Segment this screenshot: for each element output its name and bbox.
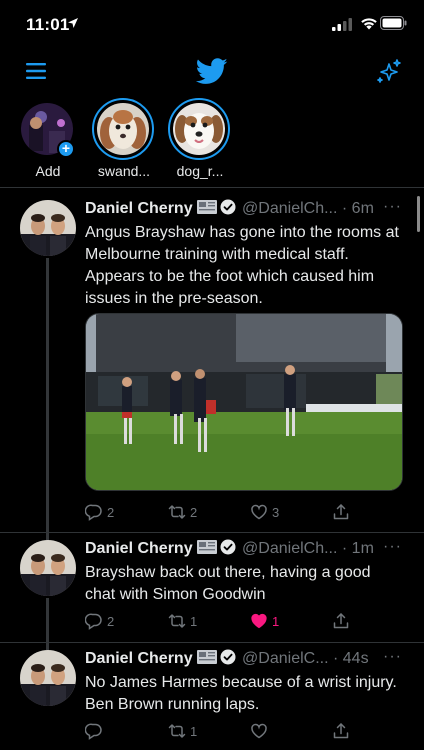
- newspaper-flag-icon: [196, 650, 217, 664]
- tweet-header: Daniel Cherny @DanielCh... · 6m: [85, 199, 374, 221]
- author-avatar[interactable]: [20, 540, 76, 596]
- tweet-time: · 44s: [333, 650, 369, 667]
- fleet-add[interactable]: + Add: [15, 100, 81, 186]
- verified-badge-icon: [220, 199, 236, 215]
- more-options-icon[interactable]: ···: [383, 538, 402, 556]
- fleet-avatar-dog-spaniel: [97, 103, 149, 155]
- like-button[interactable]: 1: [250, 610, 279, 632]
- author-avatar[interactable]: [20, 200, 76, 256]
- retweet-button[interactable]: 1: [168, 610, 197, 632]
- fleet-swand[interactable]: swand...: [91, 98, 157, 186]
- scrollbar[interactable]: [417, 196, 420, 232]
- like-button[interactable]: [250, 720, 272, 742]
- display-name[interactable]: Daniel Cherny: [85, 540, 193, 557]
- verified-badge-icon: [220, 649, 236, 665]
- heart-filled-icon: [251, 613, 267, 629]
- status-bar: 11:01: [0, 0, 424, 48]
- reply-count: 2: [107, 504, 115, 520]
- tweet[interactable]: Daniel Cherny @DanielCh... · 1m ··· Bray…: [0, 536, 424, 636]
- reply-icon: [85, 504, 102, 521]
- share-icon: [333, 613, 349, 629]
- tweet-header: Daniel Cherny @DanielC... · 44s: [85, 649, 369, 671]
- like-count: 1: [272, 613, 280, 629]
- top-nav-bar: [0, 48, 424, 94]
- sparkle-icon[interactable]: [376, 58, 402, 84]
- tweet[interactable]: Daniel Cherny @DanielCh... · 6m ··· Angu…: [0, 196, 424, 528]
- retweet-count: 2: [190, 504, 198, 520]
- author-handle: @DanielC...: [242, 650, 329, 667]
- tweet-actions: 1: [85, 720, 365, 742]
- tweet-actions: 2 2 3: [85, 501, 365, 523]
- retweet-button[interactable]: 2: [168, 501, 197, 523]
- fleet-dog-r[interactable]: dog_r...: [167, 98, 233, 186]
- like-button[interactable]: 3: [250, 501, 279, 523]
- retweet-count: 1: [190, 723, 198, 739]
- fleets-row: + Add swand... dog_r...: [0, 98, 424, 188]
- tweet-actions: 2 1 1: [85, 610, 365, 632]
- retweet-icon: [168, 724, 186, 738]
- status-time: 11:01: [26, 15, 70, 34]
- newspaper-flag-icon: [196, 540, 217, 554]
- reply-button[interactable]: 2: [85, 501, 114, 523]
- tweet-text: No James Harmes because of a wrist injur…: [85, 674, 397, 713]
- retweet-button[interactable]: 1: [168, 720, 197, 742]
- tweet-time: · 1m: [341, 540, 374, 557]
- more-options-icon[interactable]: ···: [383, 648, 402, 666]
- reply-button[interactable]: [85, 720, 107, 742]
- tweet-time: · 6m: [341, 200, 374, 217]
- add-fleet-plus-icon[interactable]: +: [57, 140, 75, 158]
- fleet-name: swand...: [97, 163, 151, 179]
- tweet-divider: [0, 532, 424, 533]
- share-button[interactable]: [332, 501, 350, 523]
- retweet-count: 1: [190, 613, 198, 629]
- fleets-divider: [0, 187, 424, 188]
- cellular-signal-icon: [332, 18, 352, 31]
- heart-icon: [251, 504, 267, 520]
- tweet[interactable]: Daniel Cherny @DanielC... · 44s ··· No J…: [0, 646, 424, 750]
- share-button[interactable]: [332, 610, 350, 632]
- retweet-icon: [168, 505, 186, 519]
- share-icon: [333, 504, 349, 520]
- author-handle: @DanielCh...: [242, 200, 338, 217]
- fleet-name: dog_r...: [176, 163, 224, 179]
- fleet-avatar-dog-beagle: [173, 103, 225, 155]
- share-button[interactable]: [332, 720, 350, 742]
- tweet-text: Brayshaw back out there, having a good c…: [85, 564, 371, 603]
- tweet-divider: [0, 642, 424, 643]
- author-avatar[interactable]: [20, 650, 76, 706]
- location-arrow-icon: [68, 18, 78, 28]
- like-count: 3: [272, 504, 280, 520]
- menu-icon[interactable]: [26, 62, 46, 80]
- display-name[interactable]: Daniel Cherny: [85, 200, 193, 217]
- display-name[interactable]: Daniel Cherny: [85, 650, 193, 667]
- more-options-icon[interactable]: ···: [383, 198, 402, 216]
- retweet-icon: [168, 614, 186, 628]
- share-icon: [333, 723, 349, 739]
- battery-icon: [380, 16, 407, 30]
- tweet-header: Daniel Cherny @DanielCh... · 1m: [85, 539, 374, 561]
- newspaper-flag-icon: [196, 200, 217, 214]
- tweet-photo[interactable]: [85, 313, 403, 491]
- twitter-bird-icon[interactable]: [196, 58, 228, 85]
- verified-badge-icon: [220, 539, 236, 555]
- reply-count: 2: [107, 613, 115, 629]
- reply-button[interactable]: 2: [85, 610, 114, 632]
- tweet-text: Angus Brayshaw has gone into the rooms a…: [85, 224, 399, 307]
- reply-icon: [85, 613, 102, 630]
- heart-icon: [251, 723, 267, 739]
- author-handle: @DanielCh...: [242, 540, 338, 557]
- fleet-name: Add: [35, 163, 61, 179]
- reply-icon: [85, 723, 102, 740]
- wifi-icon: [361, 18, 377, 30]
